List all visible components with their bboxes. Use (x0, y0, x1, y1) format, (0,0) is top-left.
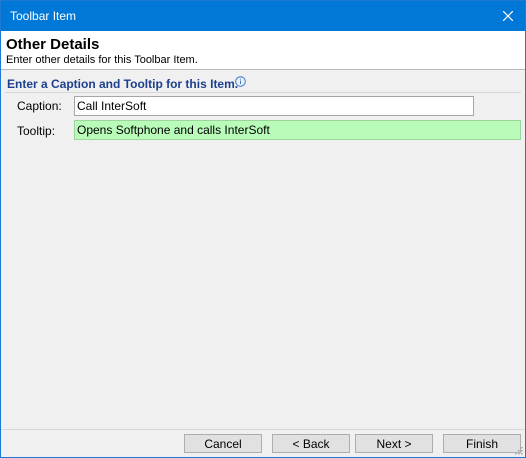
back-button[interactable]: < Back (272, 434, 350, 453)
wizard-header: Other Details Enter other details for th… (1, 31, 525, 70)
cancel-button[interactable]: Cancel (184, 434, 262, 453)
section-title: Enter a Caption and Tooltip for this Ite… (7, 77, 239, 91)
tooltip-label: Tooltip: (17, 124, 56, 138)
caption-label: Caption: (17, 99, 62, 113)
next-button[interactable]: Next > (355, 434, 433, 453)
tooltip-input[interactable] (74, 120, 521, 140)
resize-grip-icon[interactable] (513, 445, 523, 455)
caption-input[interactable] (74, 96, 474, 116)
close-icon (503, 11, 513, 21)
info-icon[interactable] (235, 76, 246, 87)
window-title: Toolbar Item (10, 9, 77, 23)
close-button[interactable] (491, 1, 525, 31)
section-divider (5, 92, 521, 93)
page-subtitle: Enter other details for this Toolbar Ite… (6, 54, 198, 66)
title-bar[interactable]: Toolbar Item (1, 1, 525, 31)
footer-divider (1, 429, 525, 430)
dialog-window: Toolbar Item Other Details Enter other d… (0, 0, 526, 458)
finish-button[interactable]: Finish (443, 434, 521, 453)
page-title: Other Details (6, 36, 100, 53)
